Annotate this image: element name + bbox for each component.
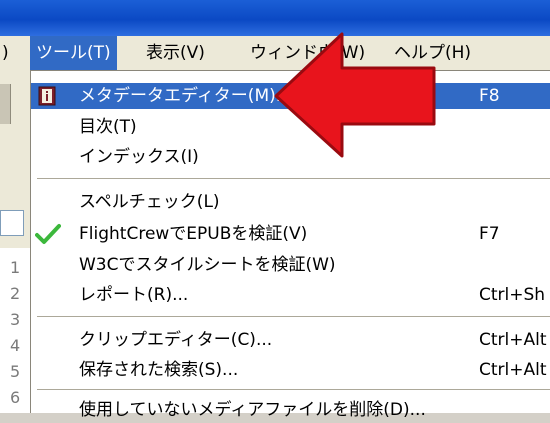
menu-item-label: インデックス(I) [79,147,199,167]
menu-item-label: FlightCrewでEPUBを検証(V) [79,224,308,244]
menu-view[interactable]: 表示(V) [140,36,211,70]
menu-previous-partial[interactable]: ) [0,36,15,70]
menu-separator [37,178,550,179]
menu-item-label: メタデータエディター(M)... [79,86,292,106]
menu-item-validate-epub[interactable]: FlightCrewでEPUBを検証(V) F7 [31,221,550,247]
menu-item-clip-editor[interactable]: クリップエディター(C)... Ctrl+Alt [31,327,550,353]
red-arrow-annotation [274,32,436,158]
menu-item-shortcut: Ctrl+Alt [479,330,547,350]
menu-separator [37,389,550,390]
metadata-book-icon [38,86,56,106]
menu-item-label: クリップエディター(C)... [79,330,273,350]
menu-item-shortcut: F8 [479,86,500,106]
menu-item-label: 保存された検索(S)... [79,360,239,380]
menu-item-spellcheck[interactable]: スペルチェック(L) [31,189,550,215]
menu-separator [37,316,550,317]
menu-item-label: W3Cでスタイルシートを検証(W) [79,255,336,275]
menu-item-shortcut: F7 [479,224,500,244]
toolbar-edge [0,84,11,124]
menu-item-label: 使用していないメディアファイルを削除(D)... [79,400,426,420]
menu-item-delete-unused-media[interactable]: 使用していないメディアファイルを削除(D)... [31,397,550,423]
menu-tools[interactable]: ツール(T) [30,36,117,70]
menu-item-label: スペルチェック(L) [79,192,220,212]
menu-item-shortcut: Ctrl+Alt [479,360,547,380]
line-number-gutter: 1 2 3 4 5 6 [0,248,31,413]
menu-item-shortcut: Ctrl+Sh [479,285,546,305]
menu-item-label: レポート(R)... [79,285,189,305]
menu-item-reports[interactable]: レポート(R)... Ctrl+Sh [31,282,550,308]
menu-item-validate-css[interactable]: W3Cでスタイルシートを検証(W) [31,252,550,278]
menu-item-saved-searches[interactable]: 保存された検索(S)... Ctrl+Alt [31,357,550,383]
check-icon [35,224,61,244]
editor-tab-icon[interactable] [0,210,24,236]
menu-item-label: 目次(T) [79,117,137,137]
